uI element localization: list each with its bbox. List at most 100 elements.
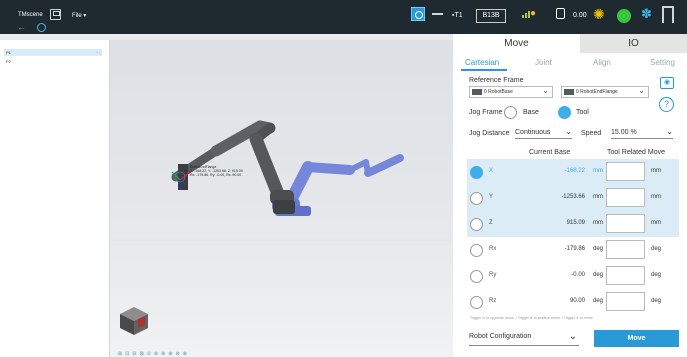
app-title: TMscene (18, 12, 43, 18)
mode-text: T1 (454, 12, 463, 19)
axis-unit: deg (593, 272, 604, 278)
move-button[interactable]: Move (594, 330, 679, 347)
axis-radio[interactable] (470, 192, 483, 205)
tool-move-input[interactable] (606, 214, 645, 233)
chevron-down-icon: ⌄ (565, 127, 572, 136)
target-icon[interactable] (37, 23, 46, 32)
tab-align[interactable]: Align (593, 58, 611, 67)
base-select-value: 0 RobotBase (484, 89, 513, 95)
jog-frame-base-radio[interactable] (504, 106, 517, 119)
sub-tabs: Cartesian Joint Align Setting (453, 56, 687, 70)
tool-select-value: 0 RobotEndFlange (576, 89, 618, 95)
lock-icon[interactable] (556, 8, 565, 19)
axis-radio[interactable] (470, 296, 483, 309)
tool-move-input[interactable] (606, 188, 645, 207)
base-icon (472, 89, 482, 95)
axis-row-x[interactable]: X -168.22 mm mm (467, 159, 679, 185)
file-menu[interactable]: File ▾ (72, 12, 86, 19)
tool-move-unit: mm (651, 220, 661, 226)
axis-row-y[interactable]: Y -1253.66 mm mm (467, 185, 679, 211)
camera-view-icon[interactable] (411, 7, 425, 21)
jog-frame-tool-label: Tool (576, 109, 589, 116)
tab-cartesian[interactable]: Cartesian (465, 58, 499, 67)
help-button[interactable]: ? (659, 97, 674, 112)
tcp-label: RobotEndFlange X: -168.22, Y: -1253.66, … (190, 165, 270, 177)
more-options-icon[interactable]: ... (96, 49, 100, 56)
viewport-toolbar[interactable]: ⊞⊡⊟⊠⊙⊚⊛⊕⊘⊗ (118, 351, 190, 357)
tab-move[interactable]: Move (453, 34, 580, 53)
axis-value: 90.00 (569, 298, 585, 304)
status-light-icon[interactable] (617, 9, 631, 23)
axis-value: -1253.66 (561, 194, 585, 200)
tab-joint[interactable]: Joint (535, 58, 552, 67)
axis-name: Y (489, 194, 494, 200)
active-tab-indicator (461, 69, 507, 71)
chevron-down-icon: ⌄ (638, 86, 645, 95)
tree-item-label: P1 (6, 50, 11, 55)
robot-configuration-select[interactable]: Robot Configuration ⌄ (469, 329, 579, 346)
main-tabs: Move IO (453, 34, 687, 53)
axis-unit: mm (593, 220, 603, 226)
tool-move-input[interactable] (606, 266, 645, 285)
axis-unit: mm (593, 168, 603, 174)
tree-item-p1[interactable]: P1 ... (4, 49, 102, 56)
tab-setting[interactable]: Setting (650, 58, 675, 67)
axis-row-ry[interactable]: Ry -0.00 deg deg (467, 263, 679, 289)
3d-viewport[interactable]: RobotEndFlange X: -168.22, Y: -1253.66, … (110, 40, 453, 357)
save-icon[interactable] (50, 9, 61, 20)
tool-move-unit: mm (651, 168, 661, 174)
axis-value: 915.09 (566, 220, 585, 226)
axis-name: Rz (489, 298, 497, 304)
axis-radio[interactable] (470, 270, 483, 283)
jog-panel: Move IO Cartesian Joint Align Setting Re… (453, 34, 687, 357)
axis-name: X (489, 168, 494, 174)
back-arrow-icon[interactable]: ← (17, 22, 26, 32)
tree-item-p2[interactable]: P2 (4, 58, 102, 65)
tool-move-input[interactable] (606, 292, 645, 311)
scene-canvas[interactable] (110, 40, 453, 357)
jog-frame-base-label: Base (523, 109, 539, 116)
axis-name: Rx (489, 246, 497, 252)
tree-item-label: P2 (6, 59, 11, 64)
jog-distance-value: Continuous (515, 129, 551, 136)
speed-select[interactable]: 15.00 % ⌄ (611, 127, 673, 139)
chevron-down-icon: ⌄ (568, 331, 577, 342)
view-cube[interactable] (118, 305, 158, 345)
tool-move-input[interactable] (606, 162, 645, 181)
tool-move-input[interactable] (606, 240, 645, 259)
axis-radio[interactable] (470, 218, 483, 231)
project-badge[interactable]: B13B (476, 9, 506, 23)
tool-move-unit: mm (651, 194, 661, 200)
user-icon[interactable]: ● (530, 8, 536, 19)
robot-icon[interactable] (662, 6, 674, 23)
robot-configuration-label: Robot Configuration (469, 333, 532, 340)
axis-name: Z (489, 220, 493, 226)
axis-value: -179.86 (564, 246, 585, 252)
eye-icon[interactable]: ◉ (660, 77, 674, 89)
tool-move-unit: deg (651, 246, 662, 252)
users-icon[interactable]: ✽ (641, 6, 652, 22)
current-base-header: Current Base (529, 149, 571, 156)
axis-radio[interactable] (470, 244, 483, 257)
mode-indicator: ▪T1 (452, 12, 463, 19)
axis-row-rz[interactable]: Rz 90.00 deg deg (467, 289, 679, 315)
tool-move-unit: deg (651, 298, 662, 304)
axis-unit: deg (593, 246, 604, 252)
axis-radio[interactable] (470, 166, 483, 179)
axis-row-rx[interactable]: Rx -179.86 deg deg (467, 237, 679, 263)
burst-icon[interactable]: ✺ (593, 6, 605, 23)
jog-distance-select[interactable]: Continuous ⌄ (515, 127, 572, 139)
axis-unit: mm (593, 194, 603, 200)
tool-select[interactable]: 0 RobotEndFlange ⌄ (561, 86, 649, 98)
tcp-label-rotation: Rx: -179.86, Ry: -0.00, Rz: 90.00 (190, 173, 242, 177)
speed-readout: 0.00 (573, 12, 587, 19)
axis-unit: deg (593, 298, 604, 304)
tab-io[interactable]: IO (580, 34, 687, 53)
jog-frame-tool-radio[interactable] (558, 106, 571, 119)
jog-distance-label: Jog Distance (469, 130, 510, 137)
minimize-icon[interactable] (432, 13, 443, 15)
axis-row-z[interactable]: Z 915.09 mm mm (467, 211, 679, 237)
base-select[interactable]: 0 RobotBase ⌄ (469, 86, 553, 98)
project-tree-panel: P1 ... P2 (0, 40, 110, 357)
tool-icon (564, 89, 574, 95)
